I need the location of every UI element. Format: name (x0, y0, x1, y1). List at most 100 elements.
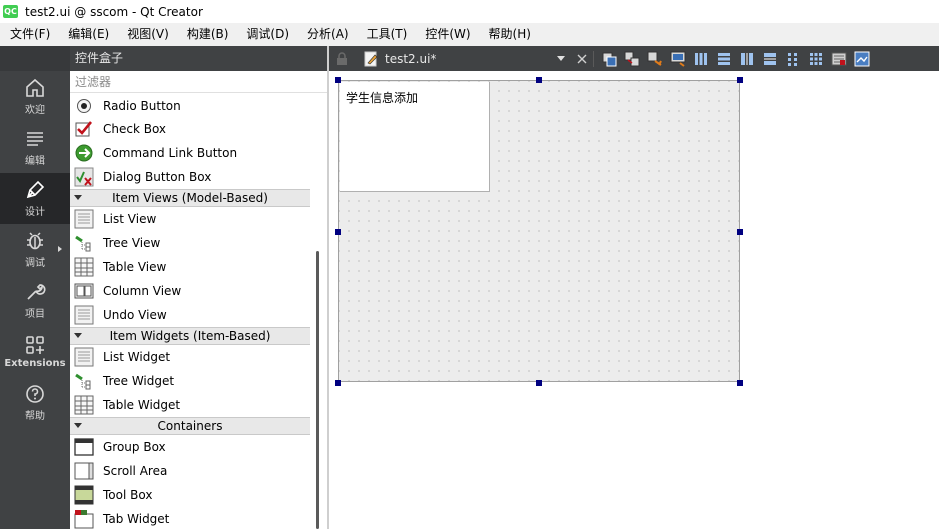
widget-box-scrollbar[interactable] (311, 95, 327, 529)
toolbar-separator (593, 50, 594, 67)
edit-signals-button[interactable] (621, 48, 643, 70)
widget-label: Tree View (103, 236, 161, 250)
widget-box-scrollbar-thumb[interactable] (316, 251, 319, 529)
group-box-title: 学生信息添加 (346, 91, 419, 105)
debug-expand-arrow-icon[interactable] (58, 246, 62, 252)
mode-extensions[interactable]: Extensions (0, 326, 70, 377)
mode-debug-label: 调试 (25, 258, 45, 269)
title-bar: QC test2.ui @ sscom - Qt Creator (0, 0, 939, 23)
lock-icon[interactable] (335, 51, 349, 66)
document-title: test2.ui* (385, 51, 437, 66)
menu-help[interactable]: 帮助(H) (479, 23, 539, 46)
edit-buddies-button[interactable] (644, 48, 666, 70)
category-item-widgets[interactable]: Item Widgets (Item-Based) (70, 327, 310, 345)
menu-widgets[interactable]: 控件(W) (415, 23, 478, 46)
collapse-arrow-icon (74, 333, 82, 338)
layout-grid-button[interactable] (805, 48, 827, 70)
mode-debug[interactable]: 调试 (0, 224, 70, 275)
widget-command-link-button[interactable]: Command Link Button (70, 141, 310, 165)
widget-scroll-area[interactable]: Scroll Area (70, 459, 310, 483)
layout-h-splitter-icon (741, 52, 753, 65)
help-icon (26, 385, 44, 403)
mode-design-label: 设计 (25, 207, 45, 218)
mode-projects[interactable]: 项目 (0, 275, 70, 326)
close-document-icon[interactable] (575, 52, 589, 66)
break-layout-button[interactable] (828, 48, 850, 70)
widget-list-view[interactable]: List View (70, 207, 310, 231)
resize-handle-bottom-right[interactable] (737, 380, 743, 386)
layout-form-icon (788, 52, 797, 66)
menu-edit[interactable]: 编辑(E) (58, 23, 117, 46)
widget-label: Group Box (103, 440, 166, 454)
mode-edit[interactable]: 编辑 (0, 122, 70, 173)
layout-horizontal-button[interactable] (690, 48, 712, 70)
group-box-widget[interactable]: 学生信息添加 (340, 82, 490, 192)
resize-handle-middle-left[interactable] (335, 229, 341, 235)
widget-table-widget[interactable]: Table Widget (70, 393, 310, 417)
widget-check-box[interactable]: Check Box (70, 117, 310, 141)
widget-table-view[interactable]: Table View (70, 255, 310, 279)
menu-build[interactable]: 构建(B) (177, 23, 237, 46)
window-title: test2.ui @ sscom - Qt Creator (25, 4, 203, 19)
layout-h-splitter-button[interactable] (736, 48, 758, 70)
resize-handle-top-right[interactable] (737, 77, 743, 83)
widget-label: Tree Widget (103, 374, 175, 388)
menu-file[interactable]: 文件(F) (0, 23, 58, 46)
widget-tool-box[interactable]: Tool Box (70, 483, 310, 507)
form-widget[interactable]: 学生信息添加 (338, 80, 740, 382)
resize-handle-bottom-middle[interactable] (536, 380, 542, 386)
group-box-icon (74, 437, 94, 457)
menu-debug[interactable]: 调试(D) (236, 23, 297, 46)
widget-label: Dialog Button Box (103, 170, 212, 184)
layout-form-button[interactable] (782, 48, 804, 70)
qt-creator-window: QC test2.ui @ sscom - Qt Creator 文件(F) 编… (0, 0, 939, 529)
resize-handle-top-left[interactable] (335, 77, 341, 83)
column-view-icon (74, 281, 94, 301)
edit-buddies-icon (647, 51, 662, 66)
layout-horizontal-icon (695, 52, 707, 65)
widget-label: Radio Button (103, 99, 181, 113)
menu-analyze[interactable]: 分析(A) (297, 23, 357, 46)
widget-label: Scroll Area (103, 464, 168, 478)
widget-tab-widget[interactable]: Tab Widget (70, 507, 310, 529)
category-containers[interactable]: Containers (70, 417, 310, 435)
layout-vertical-button[interactable] (713, 48, 735, 70)
widget-undo-view[interactable]: Undo View (70, 303, 310, 327)
tree-widget-icon (74, 371, 94, 391)
mode-sidebar-header (0, 46, 70, 71)
list-widget-icon (74, 347, 94, 367)
tool-box-icon (74, 485, 94, 505)
widget-filter-input[interactable]: 过滤器 (70, 71, 327, 93)
widget-group-box[interactable]: Group Box (70, 435, 310, 459)
tree-view-icon (74, 233, 94, 253)
menu-view[interactable]: 视图(V) (117, 23, 177, 46)
mode-design[interactable]: 设计 (0, 173, 70, 224)
widget-radio-button[interactable]: Radio Button (70, 95, 310, 117)
widget-tree-view[interactable]: Tree View (70, 231, 310, 255)
widget-list-widget[interactable]: List Widget (70, 345, 310, 369)
ui-file-icon (364, 51, 378, 66)
mode-help[interactable]: 帮助 (0, 377, 70, 428)
adjust-size-button[interactable] (851, 48, 873, 70)
menu-tools[interactable]: 工具(T) (357, 23, 416, 46)
resize-handle-top-middle[interactable] (536, 77, 542, 83)
mode-edit-label: 编辑 (25, 156, 45, 167)
widget-tree-widget[interactable]: Tree Widget (70, 369, 310, 393)
adjust-size-icon (854, 51, 870, 66)
edit-taborder-button[interactable] (667, 48, 689, 70)
widget-dialog-button-box[interactable]: Dialog Button Box (70, 165, 310, 189)
extensions-icon (26, 336, 44, 354)
document-dropdown-icon[interactable] (557, 56, 565, 61)
edit-widgets-button[interactable] (598, 48, 620, 70)
mode-welcome[interactable]: 欢迎 (0, 71, 70, 122)
widget-label: Table View (103, 260, 167, 274)
resize-handle-middle-right[interactable] (737, 229, 743, 235)
undo-view-icon (74, 305, 94, 325)
break-layout-icon (831, 52, 847, 65)
resize-handle-bottom-left[interactable] (335, 380, 341, 386)
edit-taborder-icon (670, 51, 686, 67)
category-item-views[interactable]: Item Views (Model-Based) (70, 189, 310, 207)
widget-column-view[interactable]: Column View (70, 279, 310, 303)
layout-v-splitter-button[interactable] (759, 48, 781, 70)
widget-label: Undo View (103, 308, 167, 322)
